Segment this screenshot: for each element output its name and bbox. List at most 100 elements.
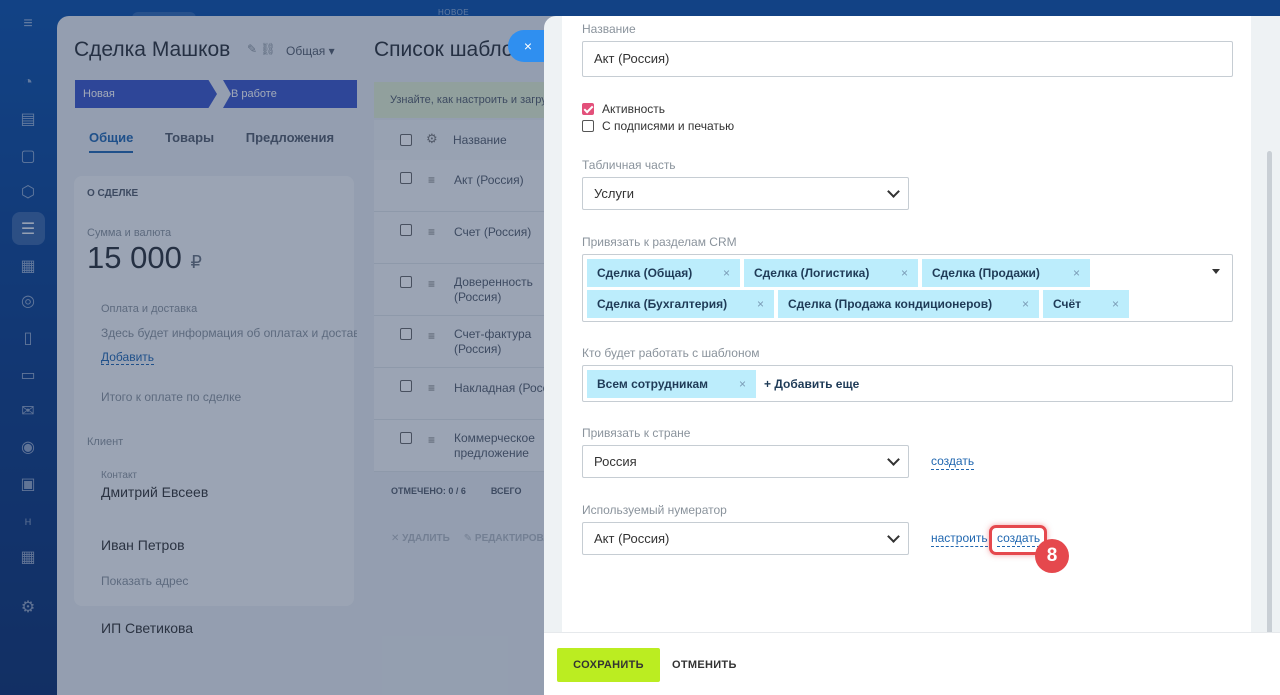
table-row[interactable]: ≡ Доверенность (Россия): [374, 264, 557, 316]
selected-count: ОТМЕЧЕНО: 0 / 6 ВСЕГО: [391, 486, 522, 496]
template-name[interactable]: Счет-фактура (Россия): [454, 327, 554, 357]
numerator-label: Используемый нумератор: [582, 503, 727, 517]
mail-icon[interactable]: ✉: [18, 402, 38, 422]
gear-icon[interactable]: ⚙: [426, 131, 438, 147]
template-name[interactable]: Накладная (Россия): [454, 381, 557, 396]
row-checkbox[interactable]: [400, 224, 412, 236]
row-checkbox[interactable]: [400, 276, 412, 288]
tab-general[interactable]: Общие: [89, 130, 134, 153]
calendar-icon[interactable]: ▦: [18, 257, 38, 277]
row-checkbox[interactable]: [400, 172, 412, 184]
tasks-icon[interactable]: ▤: [18, 110, 38, 130]
table-row[interactable]: ≡ Счет (Россия): [374, 212, 557, 264]
remove-tag-icon[interactable]: ×: [757, 290, 764, 318]
who-tag-selector[interactable]: Всем сотрудникам × + Добавить еще: [582, 365, 1233, 402]
template-name[interactable]: Коммерческое предложение: [454, 431, 554, 461]
active-checkbox[interactable]: [582, 103, 594, 115]
dropdown-caret-icon[interactable]: [1212, 269, 1220, 274]
crm-tag[interactable]: Сделка (Продажи) ×: [922, 259, 1090, 287]
who-tag[interactable]: Всем сотрудникам ×: [587, 370, 756, 398]
menu-icon[interactable]: ≡: [18, 14, 38, 34]
country-value: Россия: [594, 454, 637, 469]
crm-tag[interactable]: Счёт ×: [1043, 290, 1129, 318]
template-name[interactable]: Доверенность (Россия): [454, 275, 554, 305]
drag-handle-icon[interactable]: ≡: [428, 278, 440, 290]
stamps-checkbox-row[interactable]: С подписями и печатью: [582, 119, 734, 133]
close-slider-button[interactable]: ×: [508, 30, 546, 62]
template-name[interactable]: Счет (Россия): [454, 225, 531, 240]
crm-tag-selector[interactable]: Сделка (Общая) × Сделка (Логистика) × Сдел…: [582, 254, 1233, 322]
h-badge-icon[interactable]: H: [18, 512, 38, 532]
add-more-link[interactable]: + Добавить еще: [764, 377, 859, 391]
drag-handle-icon[interactable]: ≡: [428, 382, 440, 394]
remove-tag-icon[interactable]: ×: [1073, 259, 1080, 287]
tab-products[interactable]: Товары: [165, 130, 214, 145]
country-select[interactable]: Россия: [582, 445, 909, 478]
users-icon[interactable]: ◉: [18, 438, 38, 458]
crm-tag[interactable]: Сделка (Логистика) ×: [744, 259, 918, 287]
drag-handle-icon[interactable]: ≡: [428, 174, 440, 186]
remove-tag-icon[interactable]: ×: [723, 259, 730, 287]
drag-handle-icon[interactable]: ≡: [428, 330, 440, 342]
numerator-select[interactable]: Акт (Россия): [582, 522, 909, 555]
card-icon[interactable]: ▭: [18, 366, 38, 386]
table-row[interactable]: ≡ Накладная (Россия): [374, 368, 557, 420]
delete-action[interactable]: ✕ УДАЛИТЬ: [391, 533, 450, 544]
drag-handle-icon[interactable]: ≡: [428, 226, 440, 238]
robot-icon[interactable]: ◎: [18, 292, 38, 312]
name-input[interactable]: Акт (Россия): [582, 41, 1233, 77]
stamps-label: С подписями и печатью: [602, 119, 735, 133]
active-checkbox-row[interactable]: Активность: [582, 102, 665, 116]
contact-2[interactable]: Иван Петров: [101, 537, 185, 553]
crm-tag[interactable]: Сделка (Продажа кондиционеров) ×: [778, 290, 1039, 318]
hexagon-icon[interactable]: ⬡: [18, 183, 38, 203]
remove-tag-icon[interactable]: ×: [739, 370, 746, 398]
chevron-down-icon: [887, 185, 900, 198]
document-icon[interactable]: ▯: [18, 329, 38, 349]
remove-tag-icon[interactable]: ×: [1112, 290, 1119, 318]
template-name[interactable]: Акт (Россия): [454, 173, 524, 188]
deal-category[interactable]: Общая ▾: [286, 44, 335, 58]
edit-link-icons[interactable]: ✎ ⛓: [247, 42, 276, 56]
stamps-checkbox[interactable]: [582, 120, 594, 132]
remove-tag-icon[interactable]: ×: [1022, 290, 1029, 318]
table-row[interactable]: ≡ Акт (Россия): [374, 160, 557, 212]
left-nav: ≡ ◔ ▤ ▢ ⬡ ☰ ▦ ◎ ▯ ▭ ✉ ◉ ▣ H ▦ ⚙: [0, 0, 56, 695]
table-row[interactable]: ≡ Счет-фактура (Россия): [374, 316, 557, 368]
remove-tag-icon[interactable]: ×: [901, 259, 908, 287]
save-button[interactable]: СОХРАНИТЬ: [557, 648, 660, 682]
company-name[interactable]: ИП Светикова: [101, 620, 193, 636]
edit-action[interactable]: ✎ РЕДАКТИРОВАТЬ: [464, 533, 557, 544]
select-all-checkbox[interactable]: [400, 134, 412, 146]
numerator-value: Акт (Россия): [594, 531, 670, 546]
contact-1[interactable]: Дмитрий Евсеев: [101, 484, 208, 500]
column-name[interactable]: Название: [453, 133, 507, 147]
row-checkbox[interactable]: [400, 380, 412, 392]
stage-new[interactable]: Новая: [75, 80, 217, 108]
monitor-icon[interactable]: ▣: [18, 475, 38, 495]
table-row[interactable]: ≡ Коммерческое предложение: [374, 420, 557, 472]
cancel-button[interactable]: ОТМЕНИТЬ: [672, 648, 737, 682]
row-checkbox[interactable]: [400, 328, 412, 340]
add-payment-link[interactable]: Добавить: [101, 350, 155, 365]
tab-offers[interactable]: Предложения: [246, 130, 334, 145]
table-part-select[interactable]: Услуги: [582, 177, 909, 210]
drag-handle-icon[interactable]: ≡: [428, 434, 440, 446]
chevron-down-icon: [887, 530, 900, 543]
row-checkbox[interactable]: [400, 432, 412, 444]
grid-calendar-icon[interactable]: ▦: [18, 548, 38, 568]
table-part-value: Услуги: [594, 186, 634, 201]
country-create-link[interactable]: создать: [931, 454, 975, 470]
templates-hint[interactable]: Узнайте, как настроить и загрузить шабло…: [374, 82, 557, 118]
client-label: Клиент: [87, 436, 124, 448]
crm-tag[interactable]: Сделка (Бухгалтерия) ×: [587, 290, 774, 318]
crm-tag[interactable]: Сделка (Общая) ×: [587, 259, 740, 287]
feed-icon[interactable]: ◔: [18, 73, 38, 93]
numerator-configure-link[interactable]: настроить: [931, 531, 988, 547]
chat-icon[interactable]: ▢: [18, 147, 38, 167]
scrollbar[interactable]: [1267, 151, 1272, 681]
crm-filter-icon[interactable]: ☰: [18, 220, 38, 240]
settings-icon[interactable]: ⚙: [18, 598, 38, 618]
show-address[interactable]: Показать адрес: [101, 574, 188, 588]
template-edit-slider: Название Акт (Россия) Активность С подпи…: [544, 16, 1280, 695]
